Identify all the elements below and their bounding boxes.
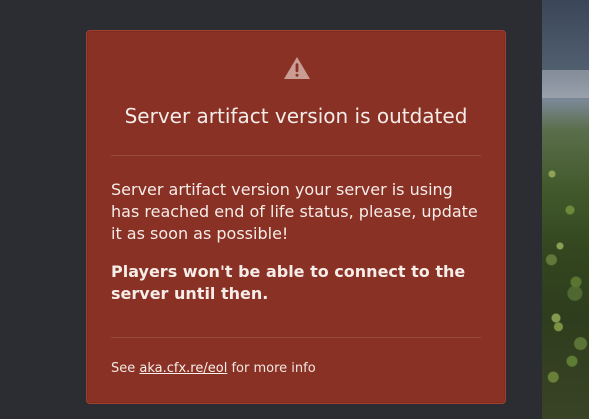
dialog-strong-notice: Players won't be able to connect to the … bbox=[111, 262, 466, 303]
warning-icon bbox=[284, 57, 310, 79]
game-scene-background bbox=[542, 0, 589, 419]
footer-prefix: See bbox=[111, 361, 136, 376]
dialog-footer: See aka.cfx.re/eol for more info bbox=[111, 360, 481, 378]
footer-suffix: for more info bbox=[231, 361, 316, 376]
footer-divider bbox=[111, 337, 481, 338]
dialog-body-text: Server artifact version your server is u… bbox=[111, 180, 478, 243]
outdated-server-dialog: Server artifact version is outdated Serv… bbox=[86, 30, 506, 404]
eol-info-link[interactable]: aka.cfx.re/eol bbox=[139, 361, 227, 376]
dialog-title: Server artifact version is outdated bbox=[124, 104, 468, 128]
title-divider bbox=[111, 155, 481, 156]
dialog-message: Server artifact version your server is u… bbox=[111, 179, 483, 305]
